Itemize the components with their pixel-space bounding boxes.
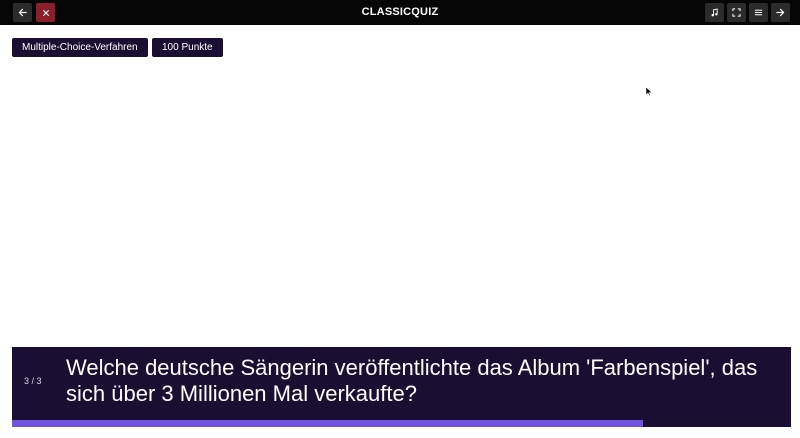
music-button[interactable]	[705, 3, 724, 22]
menu-icon	[754, 9, 763, 16]
question-counter: 3 / 3	[24, 376, 42, 386]
fullscreen-icon	[732, 8, 741, 17]
mouse-pointer-icon	[645, 86, 653, 97]
fullscreen-button[interactable]	[727, 3, 746, 22]
close-button[interactable]	[36, 3, 55, 22]
music-note-icon	[711, 8, 718, 17]
next-button[interactable]	[771, 3, 790, 22]
arrow-left-icon	[18, 8, 27, 17]
menu-button[interactable]	[749, 3, 768, 22]
mode-chip: Multiple-Choice-Verfahren	[12, 38, 148, 57]
question-panel: 3 / 3 Welche deutsche Sängerin veröffent…	[12, 347, 791, 427]
app-title: CLASSICQUIZ	[361, 6, 439, 18]
arrow-right-icon	[776, 8, 785, 17]
points-chip: 100 Punkte	[152, 38, 223, 57]
close-icon	[42, 9, 49, 16]
top-toolbar: CLASSICQUIZ	[0, 0, 800, 25]
progress-bar-fill	[12, 420, 643, 427]
back-button[interactable]	[13, 3, 32, 22]
question-text: Welche deutsche Sängerin veröffentlichte…	[66, 355, 758, 406]
progress-bar	[12, 420, 791, 427]
